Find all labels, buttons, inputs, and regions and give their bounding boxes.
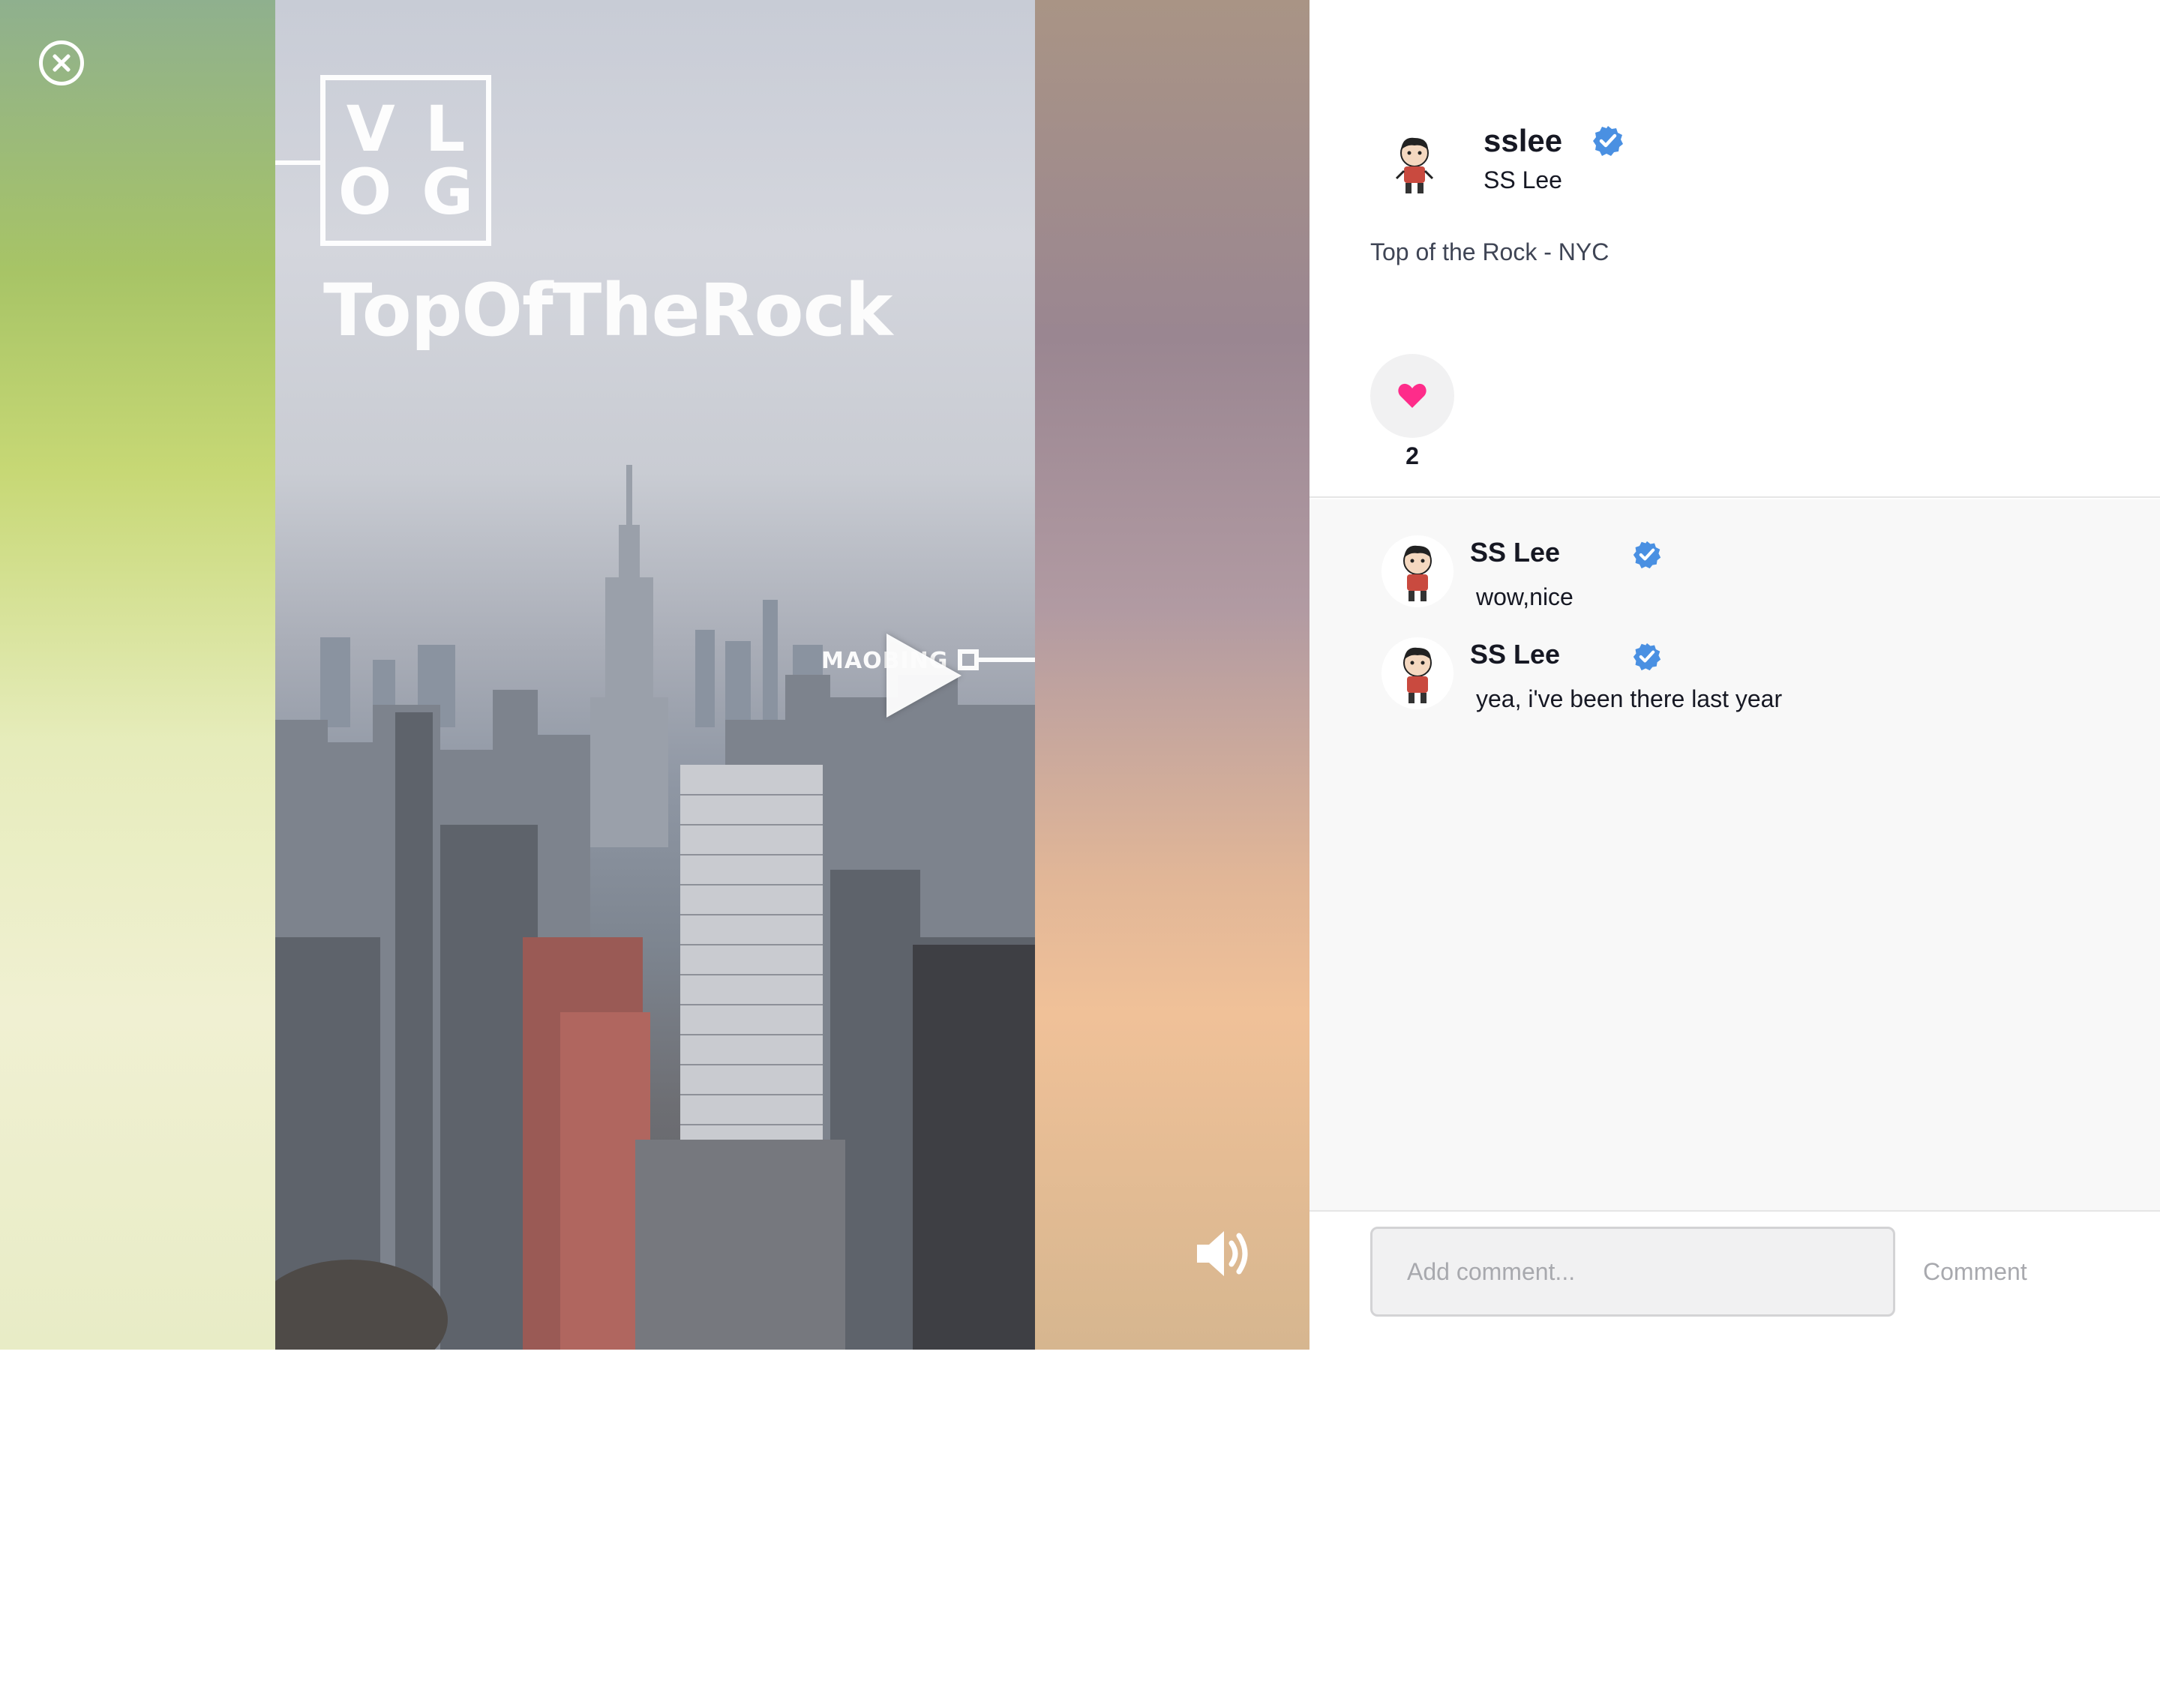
comment-text: wow,nice bbox=[1476, 583, 1574, 610]
comment-composer: Comment bbox=[1310, 1210, 2160, 1350]
scrollbar-thumb[interactable] bbox=[2096, 1687, 2098, 1708]
post-header: sslee SS Lee Top of the Rock - NYC 2 bbox=[1310, 0, 2160, 498]
close-icon[interactable] bbox=[39, 40, 84, 85]
play-icon[interactable] bbox=[886, 634, 962, 718]
list-item: SS Lee wow,nice bbox=[1382, 535, 2056, 610]
blurred-background-right bbox=[1035, 0, 1310, 1350]
verified-badge-icon bbox=[1633, 643, 1661, 671]
comment-username[interactable]: SS Lee bbox=[1470, 639, 1560, 670]
comment-text: yea, i've been there last year bbox=[1476, 685, 1783, 712]
vlog-logo-line1: VL bbox=[346, 92, 496, 166]
comment-submit-button[interactable]: Comment bbox=[1918, 1227, 2054, 1317]
author-username[interactable]: sslee bbox=[1484, 123, 1562, 159]
post-caption: Top of the Rock - NYC bbox=[1370, 238, 1610, 265]
video-overlay-title: TopOfTheRock bbox=[323, 268, 892, 352]
like-count: 2 bbox=[1406, 442, 1419, 469]
comment-username[interactable]: SS Lee bbox=[1470, 537, 1560, 568]
blurred-background-left bbox=[0, 0, 275, 1350]
avatar[interactable] bbox=[1382, 535, 1454, 607]
verified-badge-icon bbox=[1593, 126, 1623, 156]
video-player-area: VL OG TopOfTheRock MAOBING bbox=[0, 0, 1310, 1350]
comment-input[interactable] bbox=[1370, 1227, 1895, 1317]
post-detail-panel: sslee SS Lee Top of the Rock - NYC 2 SS … bbox=[1310, 0, 2160, 1708]
comment-list: SS Lee wow,nice SS Lee yea, i've been th… bbox=[1310, 499, 2160, 1708]
volume-icon[interactable] bbox=[1194, 1228, 1252, 1279]
vlog-logo: VL OG bbox=[320, 75, 491, 246]
verified-badge-icon bbox=[1633, 541, 1661, 569]
heart-icon bbox=[1398, 383, 1426, 408]
video-frame[interactable]: VL OG TopOfTheRock MAOBING bbox=[275, 0, 1035, 1350]
avatar[interactable] bbox=[1378, 127, 1450, 199]
author-nickname: SS Lee bbox=[1484, 166, 1562, 193]
avatar[interactable] bbox=[1382, 637, 1454, 709]
list-item: SS Lee yea, i've been there last year bbox=[1382, 637, 2056, 712]
like-button[interactable] bbox=[1370, 354, 1454, 438]
vlog-logo-line2: OG bbox=[338, 155, 504, 229]
watermark-line bbox=[979, 658, 1035, 662]
vlog-logo-line bbox=[275, 160, 320, 165]
